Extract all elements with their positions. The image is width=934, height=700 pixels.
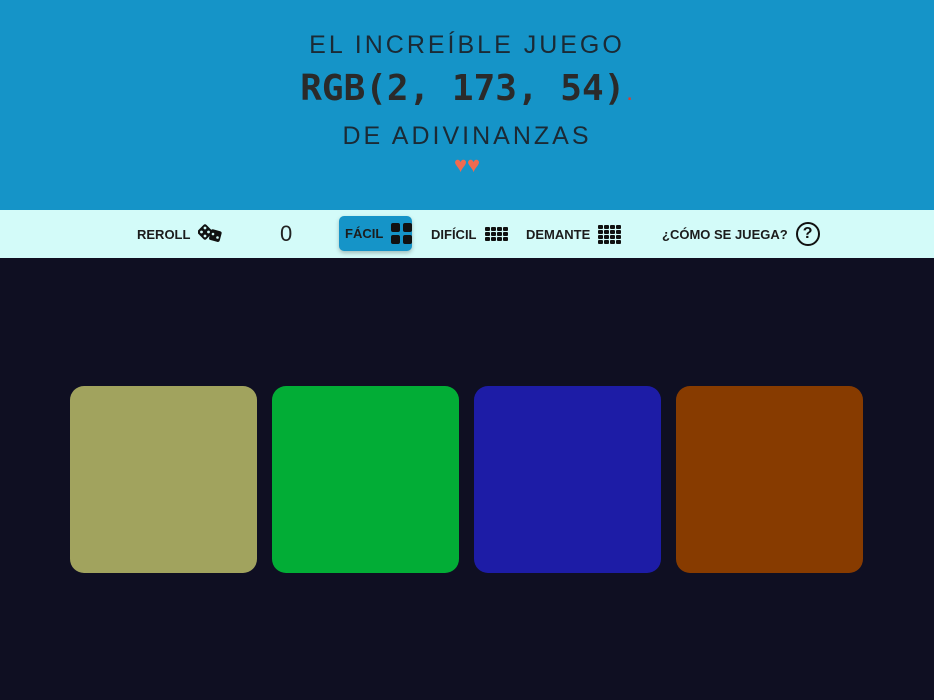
mode-hard-label: DIFÍCIL: [431, 226, 477, 242]
title-top: EL INCREÍBLE JUEGO: [309, 31, 625, 59]
mode-easy-label: FÁCIL: [345, 226, 384, 241]
color-square-3[interactable]: [474, 386, 661, 573]
color-square-2[interactable]: [272, 386, 459, 573]
color-square-4[interactable]: [676, 386, 863, 573]
target-rgb-value: RGB(2, 173, 54): [300, 68, 626, 109]
how-to-play-button[interactable]: ¿CÓMO SE JUEGA? ?: [662, 210, 820, 258]
question-mark-icon: ?: [795, 222, 820, 246]
mode-insane-button[interactable]: DEMANTE: [526, 210, 622, 258]
reroll-button[interactable]: REROLL: [137, 210, 224, 258]
how-to-play-label: ¿CÓMO SE JUEGA?: [662, 226, 788, 242]
toolbar: REROLL 0 FÁCIL DIFÍCIL DEMANTE ¿CÓMO SE …: [0, 210, 934, 258]
rgb-dot: .: [625, 88, 634, 104]
color-square-1[interactable]: [70, 386, 257, 573]
title-bottom: DE ADIVINANZAS: [342, 122, 592, 150]
dice-icon: [197, 223, 224, 246]
target-rgb-display: RGB(2, 173, 54).: [0, 68, 934, 109]
game-header: EL INCREÍBLE JUEGO RGB(2, 173, 54). DE A…: [0, 0, 934, 210]
lives-hearts-icon: ♥♥: [453, 152, 481, 177]
mode-insane-label: DEMANTE: [526, 226, 591, 242]
grid-4x3-icon: [484, 227, 508, 241]
grid-4x4-icon: [598, 224, 622, 244]
reroll-label: REROLL: [137, 226, 191, 242]
mode-hard-button[interactable]: DIFÍCIL: [431, 210, 508, 258]
score-counter: 0: [280, 221, 293, 246]
grid-2x2-icon: [391, 223, 413, 244]
mode-easy-button[interactable]: FÁCIL: [339, 216, 413, 251]
